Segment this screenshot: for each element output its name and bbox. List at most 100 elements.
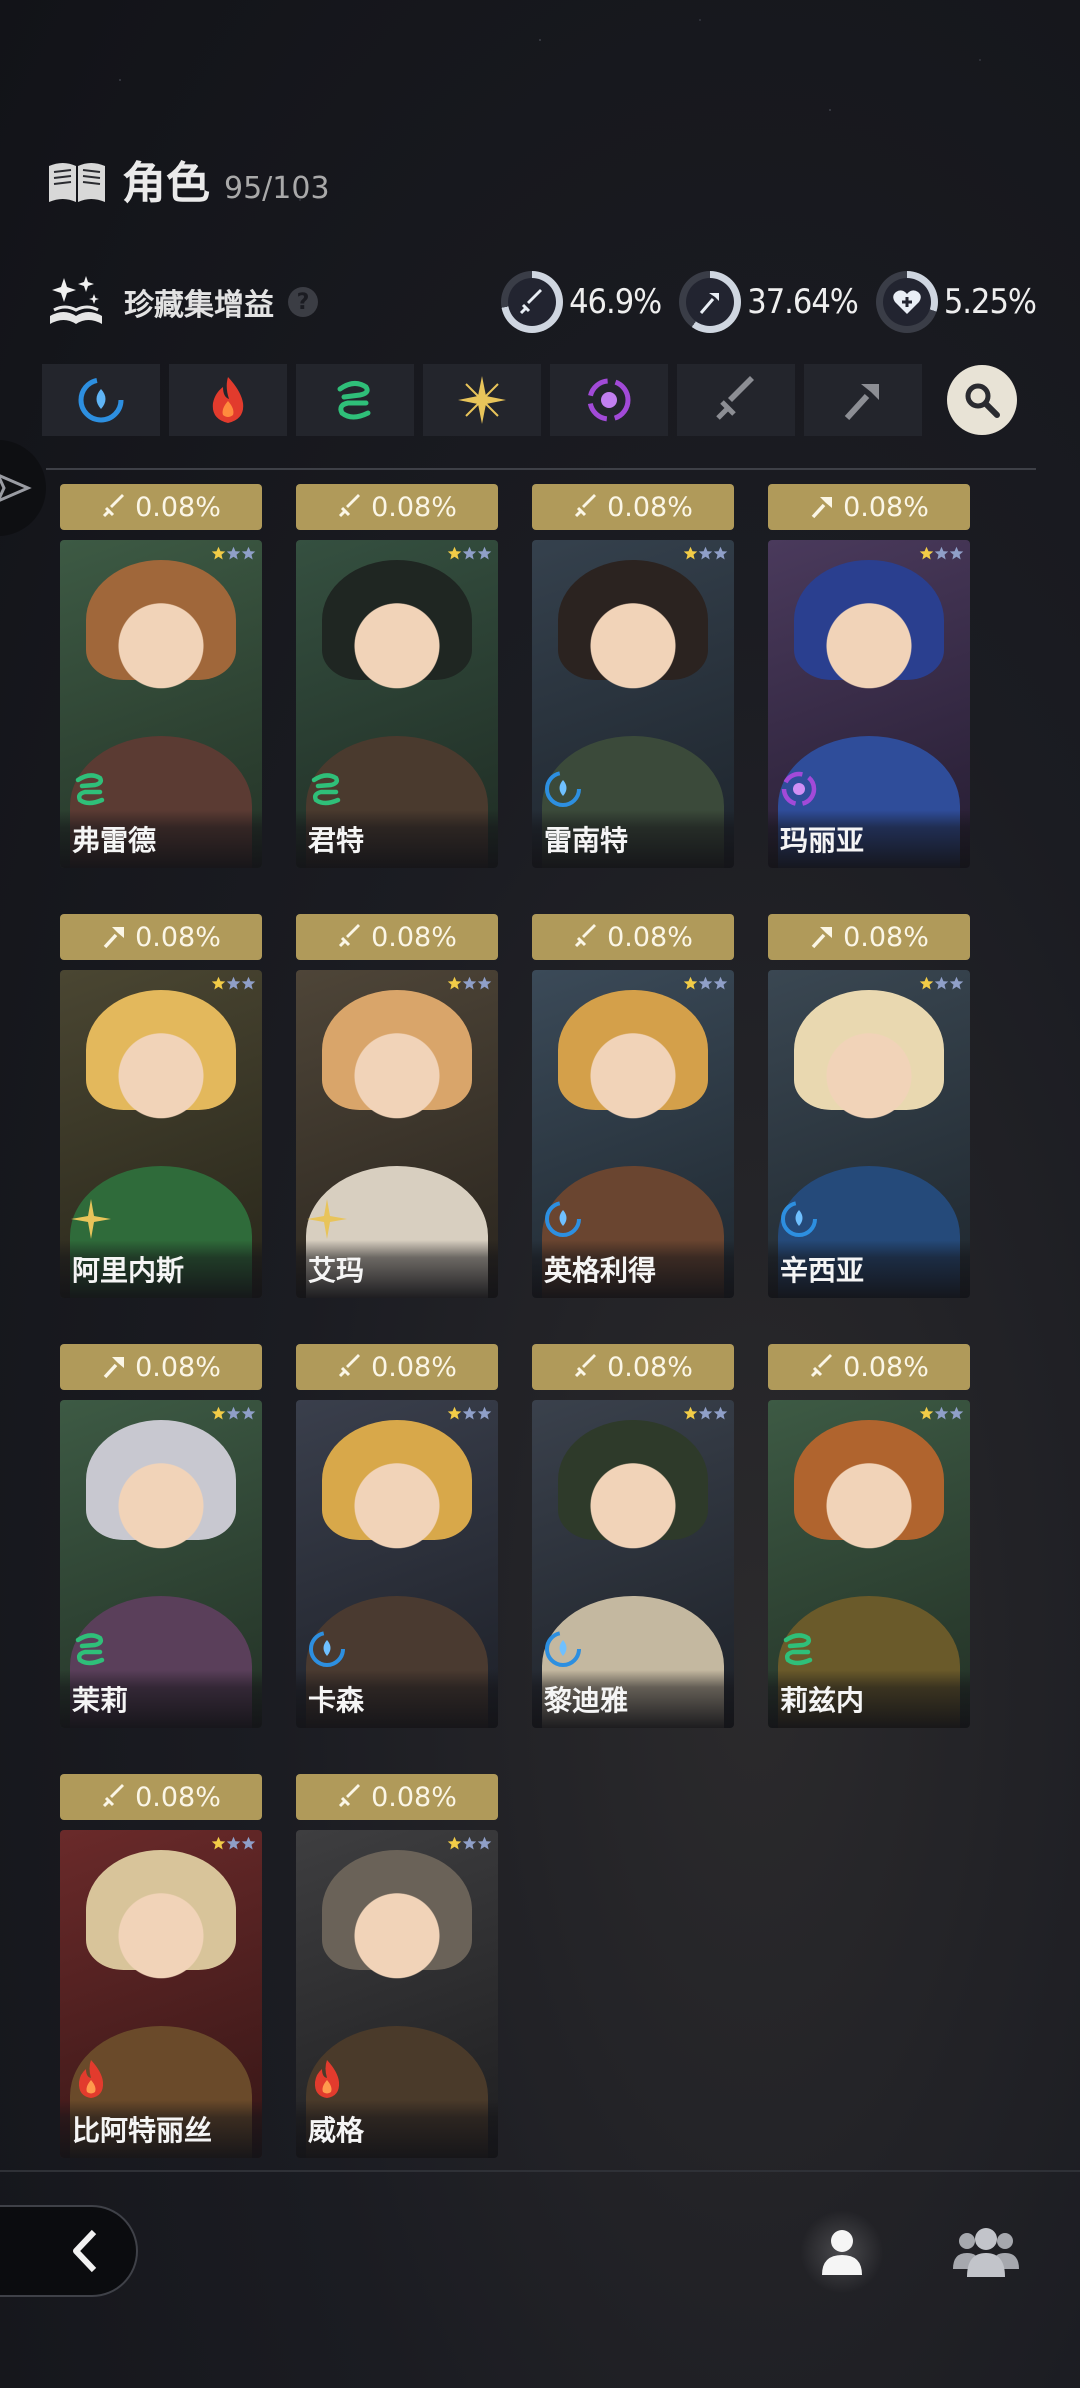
- collection-bonus-label: 珍藏集增益: [124, 288, 274, 323]
- rarity-star-icon: [919, 546, 934, 560]
- rarity-star-icon: [477, 976, 492, 990]
- character-card[interactable]: 0.08% 比阿特丽丝: [60, 1774, 262, 2158]
- filter-light[interactable]: [423, 364, 541, 436]
- bottom-divider: [0, 2170, 1080, 2172]
- character-card[interactable]: 0.08% 辛西亚: [768, 914, 970, 1298]
- character-name: 弗雷德: [60, 810, 262, 868]
- back-button[interactable]: [0, 2205, 138, 2297]
- character-card[interactable]: 0.08% 英格利得: [532, 914, 734, 1298]
- rarity-star-icon: [462, 1406, 477, 1420]
- character-name: 英格利得: [532, 1240, 734, 1298]
- character-portrait[interactable]: 艾玛: [296, 970, 498, 1298]
- portrait-face: [814, 1450, 924, 1574]
- side-drawer-tab[interactable]: [0, 440, 46, 536]
- sword-icon: [339, 1354, 361, 1378]
- collection-bonus-badge: 0.08%: [532, 914, 734, 960]
- character-card[interactable]: 0.08% 莉兹内: [768, 1344, 970, 1728]
- character-card[interactable]: 0.08% 威格: [296, 1774, 498, 2158]
- send-icon: [0, 474, 32, 502]
- single-character-tab[interactable]: [800, 2210, 884, 2294]
- filter-fire[interactable]: [169, 364, 287, 436]
- rarity-star-icon: [934, 1406, 949, 1420]
- bonus-value: 0.08%: [371, 491, 457, 523]
- filter-wind[interactable]: [296, 364, 414, 436]
- character-card[interactable]: 0.08% 阿里内斯: [60, 914, 262, 1298]
- collection-bonus-badge: 0.08%: [532, 1344, 734, 1390]
- character-portrait[interactable]: 雷南特: [532, 540, 734, 868]
- rarity-star-icon: [447, 976, 462, 990]
- character-portrait[interactable]: 英格利得: [532, 970, 734, 1298]
- rarity-stars: [211, 1836, 256, 1851]
- character-portrait[interactable]: 黎迪雅: [532, 1400, 734, 1728]
- rarity-star-icon: [934, 546, 949, 560]
- filter-sword[interactable]: [677, 364, 795, 436]
- wind-element-icon: [337, 381, 371, 420]
- search-button[interactable]: [947, 365, 1017, 435]
- sword-icon: [811, 1354, 833, 1378]
- collection-bonus-badge: 0.08%: [768, 1344, 970, 1390]
- character-portrait[interactable]: 弗雷德: [60, 540, 262, 868]
- rarity-star-icon: [447, 1836, 462, 1850]
- filter-dark[interactable]: [550, 364, 668, 436]
- character-portrait[interactable]: 比阿特丽丝: [60, 1830, 262, 2158]
- filter-staff[interactable]: [804, 364, 922, 436]
- sword-icon: [339, 1784, 361, 1808]
- character-name: 卡森: [296, 1670, 498, 1728]
- dark-element-icon: [781, 771, 817, 807]
- rarity-star-icon: [477, 1406, 492, 1420]
- element-badge: [306, 768, 348, 810]
- rarity-star-icon: [713, 546, 728, 560]
- rarity-star-icon: [211, 546, 226, 560]
- bonus-value: 0.08%: [607, 1351, 693, 1383]
- character-card[interactable]: 0.08% 茉莉: [60, 1344, 262, 1728]
- character-card[interactable]: 0.08% 君特: [296, 484, 498, 868]
- staff-icon: [103, 1357, 125, 1379]
- staff-icon: [103, 927, 125, 949]
- collection-bonus-badge: 0.08%: [60, 1344, 262, 1390]
- character-portrait[interactable]: 阿里内斯: [60, 970, 262, 1298]
- character-card[interactable]: 0.08% 玛丽亚: [768, 484, 970, 868]
- character-card[interactable]: 0.08% 弗雷德: [60, 484, 262, 868]
- rarity-star-icon: [462, 1836, 477, 1850]
- character-portrait[interactable]: 威格: [296, 1830, 498, 2158]
- bonus-value: 0.08%: [843, 491, 929, 523]
- help-icon[interactable]: ?: [288, 287, 318, 317]
- character-portrait[interactable]: 茉莉: [60, 1400, 262, 1728]
- stat-magic: 37.64%: [679, 271, 859, 333]
- rarity-stars: [919, 546, 964, 561]
- character-card[interactable]: 0.08% 雷南特: [532, 484, 734, 868]
- character-card[interactable]: 0.08% 艾玛: [296, 914, 498, 1298]
- header-divider: [46, 468, 1036, 470]
- sparkle-book-icon: [50, 276, 102, 324]
- rarity-star-icon: [226, 546, 241, 560]
- character-portrait[interactable]: 玛丽亚: [768, 540, 970, 868]
- collection-bonus-badge: 0.08%: [768, 484, 970, 530]
- sword-icon: [339, 924, 361, 948]
- character-card[interactable]: 0.08% 黎迪雅: [532, 1344, 734, 1728]
- portrait-face: [342, 590, 452, 714]
- collection-bonus-badge: 0.08%: [296, 484, 498, 530]
- character-portrait[interactable]: 辛西亚: [768, 970, 970, 1298]
- bonus-value: 0.08%: [843, 921, 929, 953]
- stat-health-value: 5.25%: [943, 282, 1037, 322]
- water-element-icon: [781, 1201, 817, 1237]
- wind-element-icon: [311, 773, 341, 806]
- rarity-star-icon: [462, 546, 477, 560]
- character-name: 玛丽亚: [768, 810, 970, 868]
- element-badge: [70, 768, 112, 810]
- rarity-star-icon: [683, 1406, 698, 1420]
- rarity-stars: [683, 976, 728, 991]
- sword-icon: [575, 924, 597, 948]
- rarity-stars: [919, 1406, 964, 1421]
- rarity-star-icon: [241, 546, 256, 560]
- character-portrait[interactable]: 卡森: [296, 1400, 498, 1728]
- character-portrait[interactable]: 君特: [296, 540, 498, 868]
- filter-water[interactable]: [42, 364, 160, 436]
- staff-icon: [679, 271, 742, 333]
- character-card[interactable]: 0.08% 卡森: [296, 1344, 498, 1728]
- rarity-star-icon: [949, 1406, 964, 1420]
- party-tab[interactable]: [944, 2216, 1028, 2288]
- character-portrait[interactable]: 莉兹内: [768, 1400, 970, 1728]
- water-element-icon: [309, 1631, 345, 1667]
- collection-bonus-badge: 0.08%: [60, 1774, 262, 1820]
